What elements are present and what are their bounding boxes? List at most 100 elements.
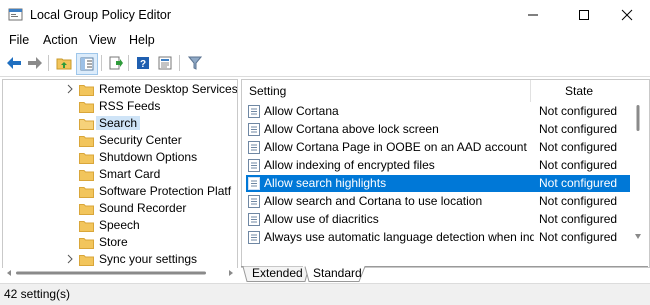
tree-item-sound-recorder[interactable]: Sound Recorder [3,200,237,217]
show-hide-tree-button[interactable] [76,53,98,75]
policy-setting-icon [248,195,260,208]
back-button[interactable] [4,53,24,73]
up-folder-icon [56,58,72,70]
scrollbar-thumb[interactable] [636,105,640,131]
scroll-down-icon[interactable] [635,234,641,239]
policy-setting-icon [248,105,260,118]
policy-name: Allow search highlights [264,176,387,190]
scroll-right-icon[interactable] [229,270,233,276]
policy-state: Not configured [539,194,618,208]
tree-item-security-center[interactable]: Security Center [3,132,237,149]
folder-icon [79,221,94,232]
tree-horizontal-scrollbar[interactable] [3,266,237,280]
status-text: 42 setting(s) [4,287,71,301]
properties-icon [158,56,172,70]
tab-extended[interactable]: Extended [252,265,303,281]
properties-button[interactable] [155,53,175,73]
policy-setting-icon [248,177,260,190]
folder-icon [79,170,94,181]
filter-icon [188,56,202,70]
policy-state: Not configured [539,122,618,136]
column-header-state[interactable]: State [565,84,593,98]
policy-state: Not configured [539,104,618,118]
folder-icon [79,238,94,249]
folder-icon [79,153,94,164]
close-button[interactable] [604,0,650,30]
policy-row-allow-cortana-lock-screen[interactable]: Allow Cortana above lock screen Not conf… [246,121,630,138]
policy-name: Always use automatic language detection … [264,230,534,244]
tree-item-rss-feeds[interactable]: RSS Feeds [3,98,237,115]
list-vertical-scrollbar[interactable] [634,100,642,245]
tree-item-label: Smart Card [99,167,161,181]
policy-row-allow-cortana[interactable]: Allow Cortana Not configured [246,103,630,120]
folder-icon [79,136,94,147]
help-button[interactable]: ? [133,53,153,73]
policy-setting-icon [248,213,260,226]
show-hide-tree-icon [80,57,94,71]
tree-item-label: Security Center [99,133,182,147]
policy-row-allow-indexing-encrypted[interactable]: Allow indexing of encrypted files Not co… [246,157,630,174]
tree-item-remote-desktop-services[interactable]: Remote Desktop Services [3,81,237,98]
toolbar-divider [48,55,49,71]
tree-item-shutdown-options[interactable]: Shutdown Options [3,149,237,166]
policy-row-allow-cortana-oobe[interactable]: Allow Cortana Page in OOBE on an AAD acc… [246,139,630,156]
policy-name: Allow search and Cortana to use location [264,194,483,208]
toolbar-divider [101,55,102,71]
tree-item-label: Shutdown Options [99,150,198,164]
tree-item-store[interactable]: Store [3,234,237,251]
tree-item-label: Sound Recorder [99,201,187,215]
menu-file[interactable]: File [9,33,29,47]
forward-button[interactable] [25,53,45,73]
menu-view[interactable]: View [89,33,116,47]
folder-icon [79,102,94,113]
chevron-right-icon[interactable] [65,84,75,94]
chevron-right-icon[interactable] [65,254,75,264]
tree-item-smart-card[interactable]: Smart Card [3,166,237,183]
folder-icon [79,187,94,198]
policy-row-always-use-language-detection[interactable]: Always use automatic language detection … [246,229,630,246]
forward-icon [28,57,42,69]
help-icon: ? [137,57,149,70]
window-title: Local Group Policy Editor [30,8,172,22]
scroll-left-icon[interactable] [7,270,11,276]
toolbar-divider [128,55,129,71]
menu-action[interactable]: Action [43,33,78,47]
up-folder-button[interactable] [54,53,74,73]
tree-item-label: Store [99,235,128,249]
policy-name: Allow Cortana above lock screen [264,122,439,136]
policy-state: Not configured [539,212,618,226]
tree-item-software-protection[interactable]: Software Protection Platf [3,183,237,200]
policy-row-allow-search-cortana-location[interactable]: Allow search and Cortana to use location… [246,193,630,210]
tree-item-search[interactable]: Search [3,115,237,132]
policy-state: Not configured [539,176,618,190]
policy-name: Allow use of diacritics [264,212,379,226]
filter-button[interactable] [185,53,205,73]
policy-state: Not configured [539,158,618,172]
tree-item-speech[interactable]: Speech [3,217,237,234]
toolbar-divider [179,55,180,71]
minimize-button[interactable] [510,0,556,30]
status-bar [0,283,650,305]
column-header-setting[interactable]: Setting [249,84,286,98]
menu-help[interactable]: Help [129,33,155,47]
tree-item-label: Software Protection Platf [99,184,232,198]
back-icon [7,57,21,69]
tree-item-label: Sync your settings [99,252,198,266]
tree-item-label: Speech [99,218,140,232]
minimize-icon [528,14,538,16]
policy-row-allow-diacritics[interactable]: Allow use of diacritics Not configured [246,211,630,228]
export-list-button[interactable] [106,53,126,73]
scrollbar-thumb[interactable] [16,271,206,275]
folder-icon [79,204,94,215]
folder-icon [79,85,94,96]
maximize-button[interactable] [561,0,607,30]
tree-pane[interactable]: Remote Desktop Services RSS Feeds Search… [2,79,238,268]
policy-row-allow-search-highlights[interactable]: Allow search highlights Not configured [246,175,630,192]
app-icon [8,8,23,21]
policy-setting-icon [248,159,260,172]
tab-standard[interactable]: Standard [313,265,362,281]
folder-open-icon [79,119,94,130]
column-divider[interactable] [530,80,531,102]
tree-item-label: RSS Feeds [99,99,161,113]
policy-setting-icon [248,231,260,244]
